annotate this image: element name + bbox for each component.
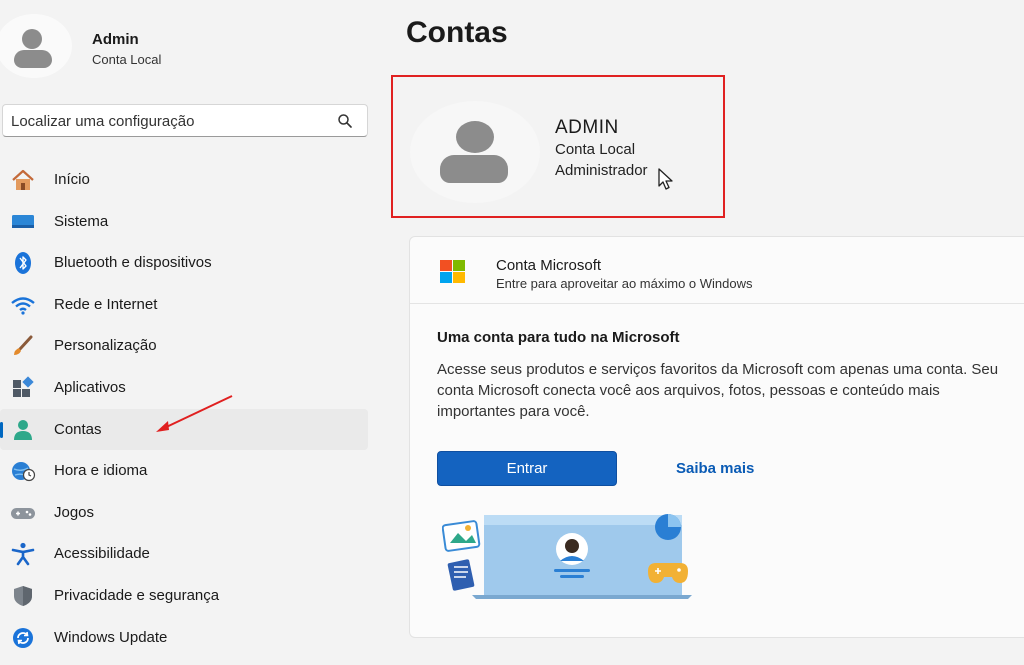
sidebar-item-personalizacao[interactable]: Personalização [0, 325, 368, 367]
wifi-icon [11, 297, 35, 315]
page-title: Contas [406, 16, 508, 49]
accessibility-icon [11, 543, 35, 566]
sidebar-item-label: Privacidade e segurança [54, 586, 220, 604]
microsoft-card-title: Conta Microsoft [496, 257, 602, 274]
bluetooth-icon [15, 252, 31, 275]
sidebar-item-label: Hora e idioma [54, 462, 148, 480]
sidebar-item-label: Acessibilidade [54, 545, 150, 563]
home-icon [12, 169, 34, 190]
gamepad-icon [11, 507, 35, 519]
shield-icon [14, 585, 32, 606]
sidebar-item-rede[interactable]: Rede e Internet [0, 284, 368, 326]
search-icon[interactable] [337, 113, 353, 129]
sidebar-item-aplicativos[interactable]: Aplicativos [0, 367, 368, 409]
sidebar-item-privacidade[interactable]: Privacidade e segurança [0, 575, 368, 617]
system-icon [12, 214, 34, 228]
apps-icon [13, 376, 34, 397]
sidebar-item-windows-update[interactable]: Windows Update [0, 617, 368, 659]
microsoft-account-card: Conta Microsoft Entre para aproveitar ao… [409, 236, 1024, 638]
sidebar-item-sistema[interactable]: Sistema [0, 201, 368, 243]
sidebar-item-bluetooth[interactable]: Bluetooth e dispositivos [0, 242, 368, 284]
sidebar-item-contas[interactable]: Contas [0, 408, 368, 451]
microsoft-card-subtitle: Entre para aproveitar ao máximo o Window… [496, 276, 753, 291]
account-avatar[interactable] [410, 101, 540, 203]
login-button[interactable]: Entrar [437, 451, 617, 486]
user-card[interactable]: Admin Conta Local [0, 14, 360, 78]
sidebar-item-label: Jogos [54, 503, 95, 521]
sidebar-item-label: Windows Update [54, 628, 168, 646]
avatar [0, 14, 72, 78]
update-icon [13, 627, 33, 648]
account-type: Conta Local [555, 141, 636, 158]
divider [410, 303, 1024, 304]
user-account-type: Conta Local [92, 52, 162, 67]
sidebar-item-label: Contas [54, 420, 102, 438]
account-name: ADMIN [555, 117, 619, 138]
microsoft-account-illustration [442, 514, 692, 599]
sidebar-item-jogos[interactable]: Jogos [0, 492, 368, 534]
sidebar-item-hora[interactable]: Hora e idioma [0, 450, 368, 492]
sidebar-item-inicio[interactable]: Início [0, 159, 368, 201]
sidebar-item-label: Rede e Internet [54, 295, 158, 313]
sidebar-nav: Início Sistema Bluetooth e dispositivos [0, 159, 368, 658]
sidebar-item-acessibilidade[interactable]: Acessibilidade [0, 533, 368, 575]
account-role: Administrador [555, 162, 648, 179]
microsoft-logo-icon [440, 260, 465, 283]
promo-text: Acesse seus produtos e serviços favorito… [437, 361, 999, 420]
search-box[interactable] [2, 104, 368, 137]
search-input[interactable] [11, 111, 321, 131]
globe-clock-icon [12, 462, 36, 482]
sidebar-item-label: Início [54, 171, 90, 188]
brush-icon [14, 335, 33, 356]
sidebar-item-label: Personalização [54, 337, 157, 355]
sidebar: Admin Conta Local Início Sistema [0, 0, 380, 665]
sidebar-item-label: Sistema [54, 212, 109, 230]
active-indicator [0, 421, 3, 438]
sidebar-item-label: Aplicativos [54, 378, 126, 396]
learn-more-link[interactable]: Saiba mais [676, 460, 754, 477]
accounts-icon [14, 419, 32, 440]
mouse-cursor-icon [658, 168, 673, 190]
promo-title: Uma conta para tudo na Microsoft [437, 329, 680, 346]
sidebar-item-label: Bluetooth e dispositivos [54, 254, 212, 272]
user-name: Admin [92, 31, 139, 48]
